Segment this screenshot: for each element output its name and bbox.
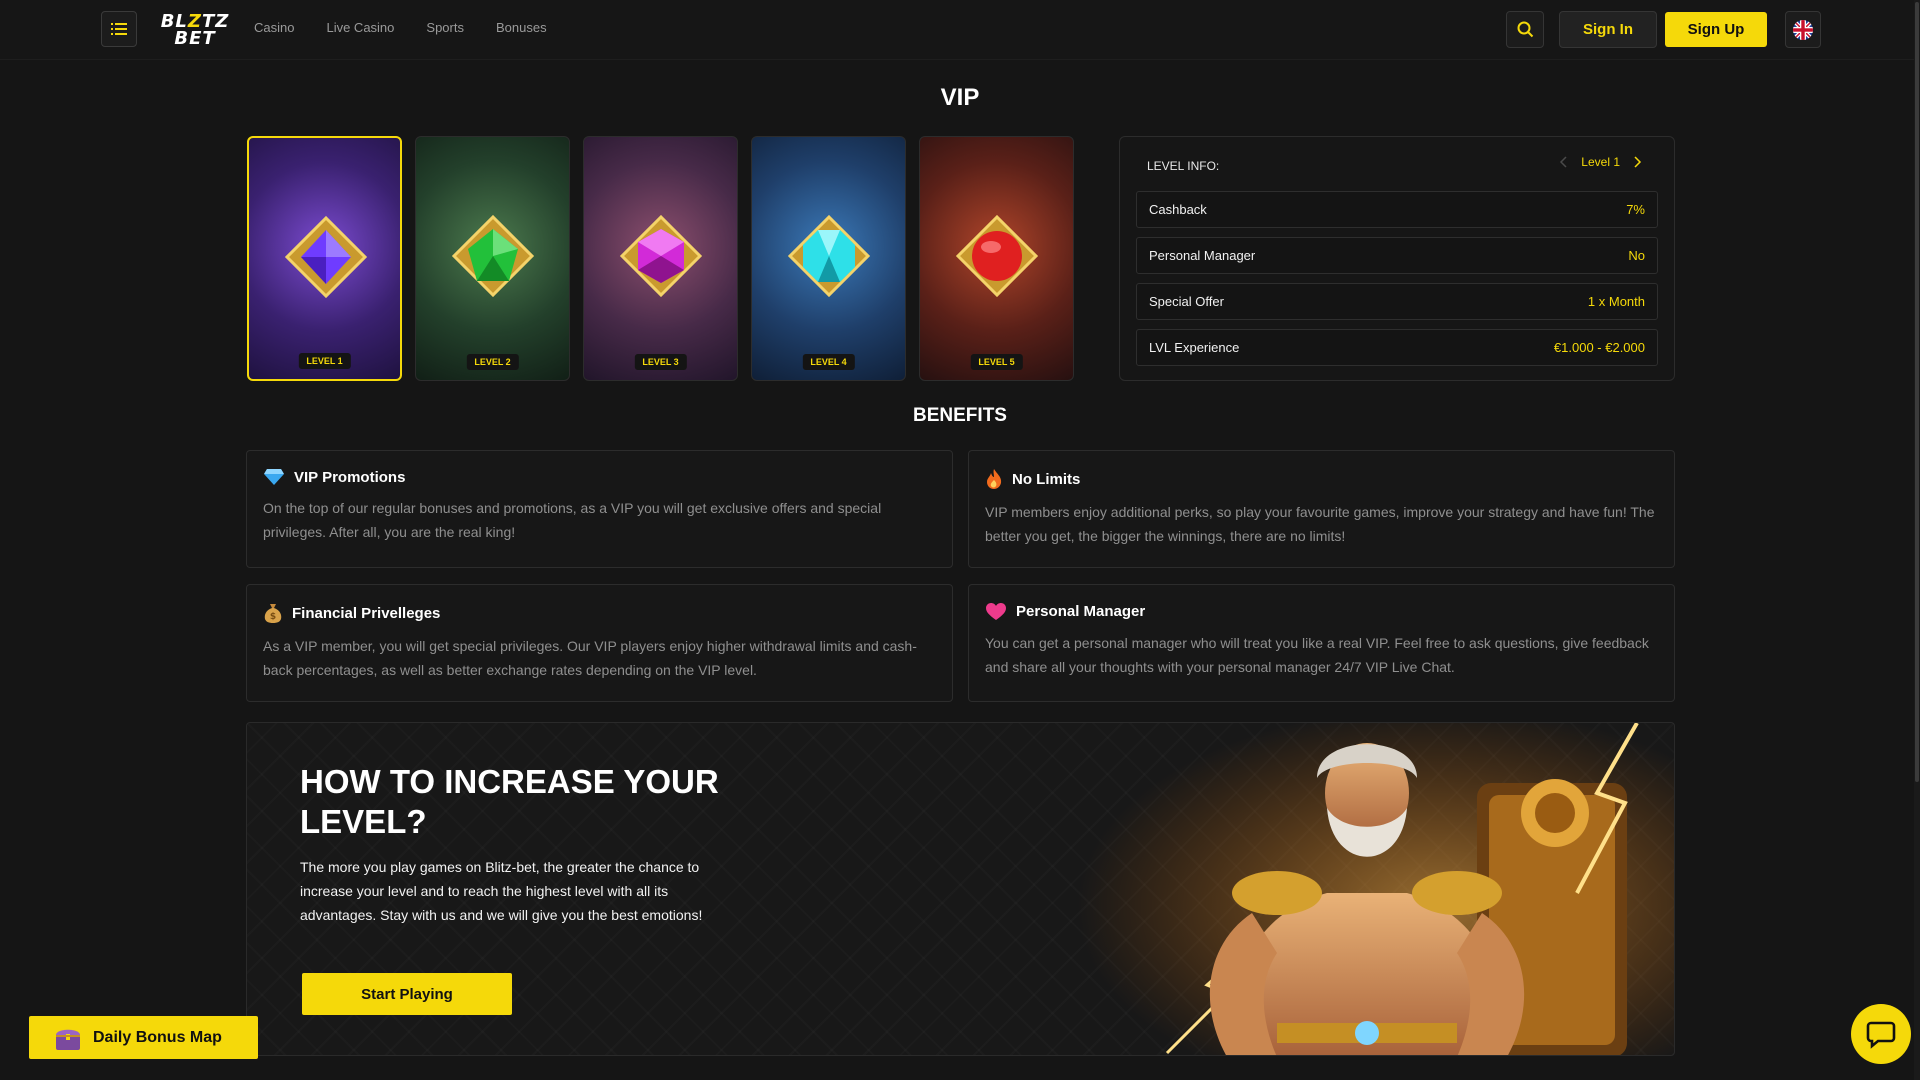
level-info-row-lvl-experience: LVL Experience €1.000 - €2.000	[1136, 329, 1658, 366]
chevron-right-icon[interactable]	[1634, 156, 1642, 168]
level-info-panel: LEVEL INFO: Level 1 Cashback 7% Personal…	[1119, 136, 1675, 381]
level-card-label: LEVEL 4	[802, 354, 855, 370]
sign-in-button[interactable]: Sign In	[1559, 11, 1657, 48]
benefit-card-no-limits: No Limits VIP members enjoy additional p…	[968, 450, 1675, 568]
menu-button[interactable]	[101, 11, 137, 47]
increase-level-banner: HOW TO INCREASE YOUR LEVEL? The more you…	[246, 722, 1675, 1056]
benefit-description: On the top of our regular bonuses and pr…	[263, 500, 882, 540]
vip-level-cards: LEVEL 1 LEVEL 2 LEVEL 3 LEVEL 4 LEVEL 5	[247, 136, 1074, 381]
level-info-row-personal-manager: Personal Manager No	[1136, 237, 1658, 274]
sign-up-button[interactable]: Sign Up	[1665, 12, 1767, 47]
row-key: Cashback	[1149, 202, 1207, 217]
benefit-description: As a VIP member, you will get special pr…	[263, 638, 917, 678]
top-header: BLZTZ BET Casino Live Casino Sports Bonu…	[0, 0, 1920, 60]
magenta-gem-icon	[620, 215, 702, 297]
chevron-left-icon[interactable]	[1559, 156, 1567, 168]
nav-casino[interactable]: Casino	[254, 20, 294, 35]
main-nav: Casino Live Casino Sports Bonuses	[254, 20, 547, 35]
level-card-3[interactable]: LEVEL 3	[583, 136, 738, 381]
row-key: Personal Manager	[1149, 248, 1256, 263]
level-info-heading: LEVEL INFO:	[1147, 159, 1220, 173]
logo-text-bet: BET	[174, 28, 216, 49]
banner-description: The more you play games on Blitz-bet, th…	[300, 859, 703, 923]
red-gem-icon	[956, 215, 1038, 297]
svg-text:$: $	[270, 612, 276, 622]
row-value: 1 x Month	[1587, 294, 1645, 309]
row-key: Special Offer	[1149, 294, 1224, 309]
vip-title: VIP	[940, 84, 980, 111]
benefit-description: VIP members enjoy additional perks, so p…	[985, 504, 1655, 544]
banner-title: HOW TO INCREASE YOUR LEVEL?	[300, 763, 719, 840]
level-card-4[interactable]: LEVEL 4	[751, 136, 906, 381]
level-card-2[interactable]: LEVEL 2	[415, 136, 570, 381]
row-value: 7%	[1626, 202, 1645, 217]
page-scrollbar[interactable]	[1914, 0, 1920, 1080]
benefit-title: Financial Privelleges	[292, 604, 441, 622]
level-card-label: LEVEL 3	[634, 354, 687, 370]
level-info-row-cashback: Cashback 7%	[1136, 191, 1658, 228]
benefit-title: No Limits	[1012, 470, 1081, 488]
nav-sports[interactable]: Sports	[426, 20, 464, 35]
search-icon	[1517, 21, 1533, 38]
benefit-card-financial-privileges: $ Financial Privelleges As a VIP member,…	[246, 584, 953, 702]
cyan-gem-icon	[788, 215, 870, 297]
row-value: No	[1628, 248, 1645, 263]
level-selector: Level 1	[1559, 155, 1642, 169]
zeus-illustration	[1077, 723, 1674, 1055]
green-gem-icon	[452, 215, 534, 297]
nav-bonuses[interactable]: Bonuses	[496, 20, 547, 35]
row-key: LVL Experience	[1149, 340, 1240, 355]
live-chat-button[interactable]	[1851, 1004, 1911, 1064]
level-card-label: LEVEL 2	[466, 354, 519, 370]
level-card-label: LEVEL 1	[298, 353, 351, 369]
menu-list-icon	[111, 23, 127, 35]
search-button[interactable]	[1506, 11, 1544, 48]
level-info-row-special-offer: Special Offer 1 x Month	[1136, 283, 1658, 320]
purple-gem-icon	[285, 216, 367, 298]
chat-bubble-icon	[1866, 1021, 1896, 1049]
nav-live-casino[interactable]: Live Casino	[326, 20, 394, 35]
level-card-5[interactable]: LEVEL 5	[919, 136, 1074, 381]
current-level-label: Level 1	[1581, 155, 1620, 169]
benefits-title: BENEFITS	[913, 405, 1007, 426]
language-button[interactable]	[1785, 11, 1821, 48]
treasure-chest-icon	[56, 1029, 80, 1050]
start-playing-button[interactable]: Start Playing	[302, 973, 512, 1015]
scrollbar-thumb[interactable]	[1915, 2, 1919, 782]
level-card-1[interactable]: LEVEL 1	[247, 136, 402, 381]
benefit-title: Personal Manager	[1016, 603, 1146, 620]
blitzbet-logo[interactable]: BLZTZ BET	[158, 10, 232, 50]
benefit-description: You can get a personal manager who will …	[985, 635, 1649, 675]
row-value: €1.000 - €2.000	[1553, 340, 1645, 355]
level-card-label: LEVEL 5	[970, 354, 1023, 370]
daily-bonus-map-button[interactable]: Daily Bonus Map	[29, 1016, 258, 1059]
diamond-icon	[264, 469, 284, 485]
benefit-card-personal-manager: Personal Manager You can get a personal …	[968, 584, 1675, 702]
benefit-title: VIP Promotions	[294, 468, 406, 486]
benefit-card-vip-promotions: VIP Promotions On the top of our regular…	[246, 450, 953, 568]
heart-icon	[986, 603, 1006, 620]
uk-flag-icon	[1793, 19, 1813, 40]
money-bag-icon: $	[264, 604, 282, 623]
fire-icon	[987, 469, 1002, 489]
daily-bonus-label: Daily Bonus Map	[93, 1028, 222, 1046]
